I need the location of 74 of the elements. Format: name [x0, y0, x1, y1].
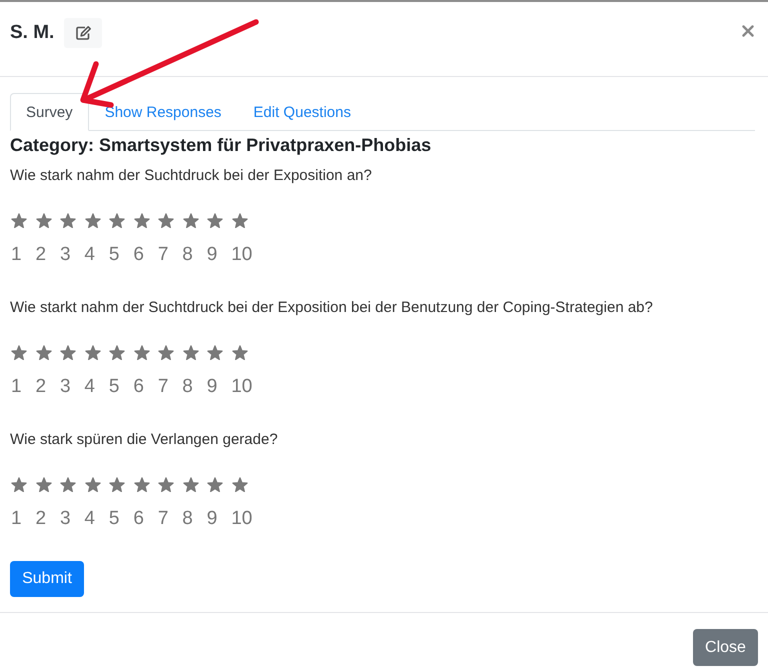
rating-label: 1 [11, 375, 22, 399]
submit-button[interactable]: Submit [10, 561, 84, 597]
dialog-title: S. M. [10, 20, 54, 44]
star-icon[interactable] [11, 212, 27, 228]
close-button[interactable]: Close [693, 629, 758, 666]
star-icon[interactable] [232, 212, 248, 228]
star-icon[interactable] [84, 212, 100, 228]
star-icon[interactable] [84, 344, 100, 360]
tab[interactable]: Survey [10, 93, 89, 131]
rating-label: 8 [182, 243, 193, 267]
rating-label: 9 [206, 243, 218, 267]
star-icon[interactable] [134, 476, 150, 492]
rating-label: 5 [108, 507, 120, 531]
rating-label: 7 [158, 375, 168, 399]
star-icon[interactable] [11, 344, 27, 360]
star-icon[interactable] [158, 212, 174, 228]
star-icon[interactable] [158, 344, 174, 360]
rating-label: 4 [84, 243, 95, 267]
star-icon[interactable] [182, 212, 198, 228]
rating-label: 4 [84, 375, 95, 399]
rating-label: 3 [60, 507, 71, 531]
star-icon[interactable] [109, 344, 125, 360]
star-icon[interactable] [60, 212, 76, 228]
question-text: Wie stark nahm der Suchtdruck bei der Exposition an? [10, 166, 373, 186]
star-icon[interactable] [232, 344, 248, 360]
star-icon[interactable] [207, 212, 223, 228]
rating-label: 5 [108, 375, 120, 399]
rating-label: 2 [35, 375, 46, 399]
star-icon[interactable] [134, 344, 150, 360]
rating-label: 10 [231, 507, 252, 531]
rating-label: 9 [206, 507, 218, 531]
rating-label: 7 [158, 243, 168, 267]
rating-label: 6 [133, 375, 144, 399]
rating-label: 7 [158, 507, 168, 531]
rating-label: 6 [133, 507, 144, 531]
star-icon[interactable] [84, 476, 100, 492]
star-icon[interactable] [158, 476, 174, 492]
star-icon[interactable] [109, 476, 125, 492]
star-icon[interactable] [182, 344, 198, 360]
star-icon[interactable] [207, 344, 223, 360]
close-button[interactable] [742, 24, 754, 36]
question-text: Wie stark spüren die Verlangen gerade? [10, 430, 279, 450]
tab[interactable]: Edit Questions [237, 93, 367, 131]
star-icon[interactable] [60, 476, 76, 492]
close-icon [742, 24, 754, 36]
rating-label: 6 [133, 243, 144, 267]
star-icon[interactable] [109, 212, 125, 228]
edit-icon [76, 26, 91, 40]
rating-label: 1 [11, 243, 22, 267]
star-icon[interactable] [36, 344, 52, 360]
star-icon[interactable] [36, 476, 52, 492]
rating-label: 3 [60, 243, 71, 267]
rating-label: 3 [60, 375, 71, 399]
rating-label: 10 [231, 375, 252, 399]
star-icon[interactable] [182, 476, 198, 492]
rating-label: 10 [231, 243, 252, 267]
rating-label: 2 [35, 243, 46, 267]
question-text: Wie starkt nahm der Suchtdruck bei der Exposition bei der Benutzung der Coping-Strategien ab? [10, 298, 654, 318]
rating-label: 5 [108, 243, 120, 267]
tab[interactable]: Show Responses [88, 93, 238, 131]
rating-label: 8 [182, 507, 193, 531]
star-icon[interactable] [60, 344, 76, 360]
rating-label: 9 [206, 375, 218, 399]
rating-label: 8 [182, 375, 193, 399]
rating-label: 1 [11, 507, 22, 531]
star-icon[interactable] [11, 476, 27, 492]
star-icon[interactable] [207, 476, 223, 492]
rating-label: 2 [35, 507, 46, 531]
star-icon[interactable] [36, 212, 52, 228]
star-icon[interactable] [232, 476, 248, 492]
rating-label: 4 [84, 507, 95, 531]
edit-button[interactable] [64, 18, 102, 48]
category-heading: Category: Smartsystem für Privatpraxen-Phobias [10, 134, 432, 156]
star-icon[interactable] [134, 212, 150, 228]
